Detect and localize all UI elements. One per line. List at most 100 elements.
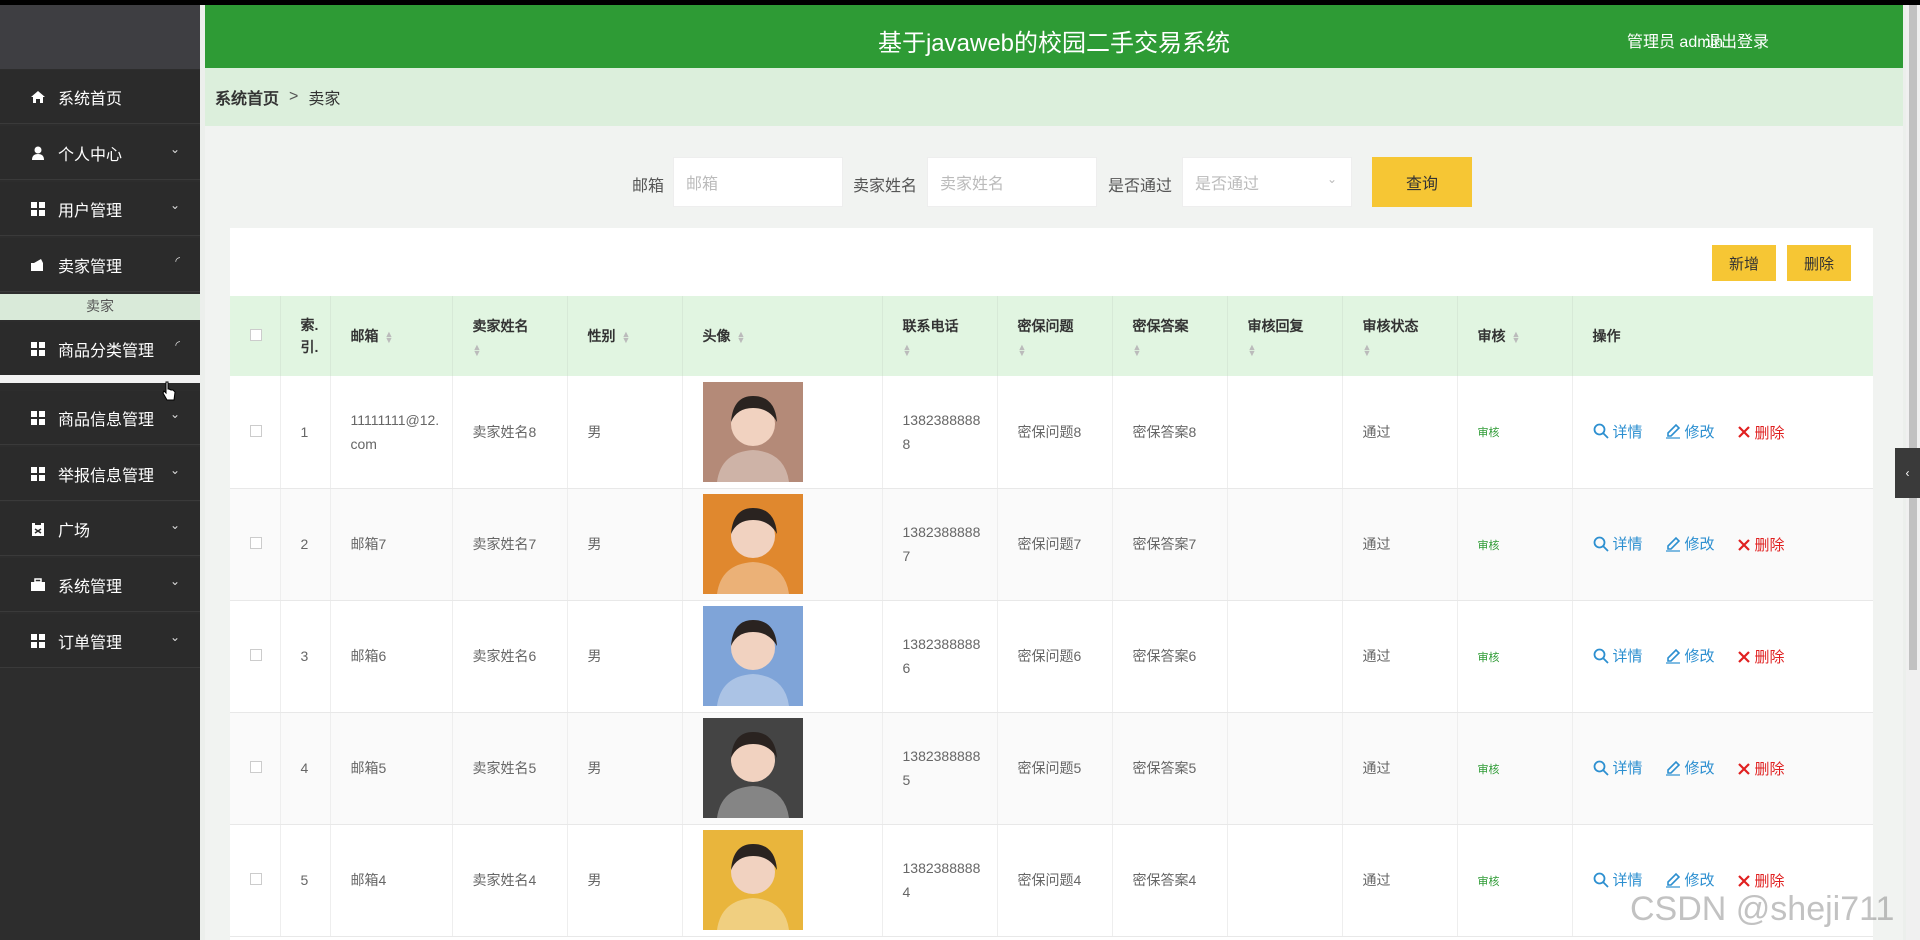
- cell-name: 卖家姓名6: [452, 600, 568, 713]
- sidebar-item-7[interactable]: 广场 ⌄: [0, 502, 200, 556]
- cell-sex: 男: [567, 600, 683, 713]
- cell-audit: 审核: [1457, 712, 1573, 825]
- clipboard-icon: [30, 521, 46, 537]
- sort-icon[interactable]: ▲ ▼: [473, 343, 482, 358]
- audit-link[interactable]: 审核: [1478, 427, 1500, 439]
- sidebar-item-1[interactable]: 个人中心 ⌄: [0, 126, 200, 180]
- detail-button[interactable]: 详情: [1593, 869, 1643, 890]
- col-name-label: 卖家姓名: [472, 318, 529, 334]
- mouse-cursor-icon: [162, 381, 176, 401]
- delete-button[interactable]: 删除: [1737, 758, 1785, 779]
- row-checkbox[interactable]: [250, 761, 262, 773]
- sidebar-item-4[interactable]: 商品分类管理 ◜: [0, 322, 200, 376]
- edit-button[interactable]: 修改: [1665, 533, 1715, 554]
- scrollbar-thumb[interactable]: [1909, 5, 1917, 670]
- seller-name-input[interactable]: 卖家姓名: [927, 157, 1097, 207]
- query-button[interactable]: 查询: [1372, 157, 1472, 207]
- cell-sex: 男: [567, 376, 683, 489]
- cell-phone: 13823888888: [882, 376, 998, 489]
- sidebar-item-0[interactable]: 系统首页: [0, 70, 200, 124]
- chevron-down-icon: ⌄: [169, 142, 180, 156]
- row-checkbox[interactable]: [250, 649, 262, 661]
- delete-button[interactable]: 删除: [1737, 870, 1785, 891]
- cell-status: 通过: [1342, 712, 1458, 825]
- breadcrumb-home[interactable]: 系统首页: [215, 85, 279, 109]
- batch-delete-button[interactable]: 删除: [1787, 245, 1851, 281]
- edit-button[interactable]: 修改: [1665, 757, 1715, 778]
- close-icon: [1737, 650, 1750, 663]
- cell-answer: 密保答案6: [1112, 600, 1228, 713]
- logout-link[interactable]: 退出登录: [1705, 28, 1769, 52]
- col-audit[interactable]: 审核 ▲ ▼: [1457, 296, 1573, 376]
- col-phone-label: 联系电话: [902, 318, 959, 334]
- col-reply[interactable]: 审核回复 ▲ ▼: [1227, 296, 1343, 376]
- sort-icon[interactable]: ▲ ▼: [622, 330, 631, 345]
- pencil-icon: [1665, 424, 1680, 439]
- audit-link[interactable]: 审核: [1478, 764, 1500, 776]
- col-answer[interactable]: 密保答案 ▲ ▼: [1112, 296, 1228, 376]
- delete-button[interactable]: 删除: [1737, 646, 1785, 667]
- sidebar-submenu-seller: 卖家: [0, 294, 200, 320]
- audit-link[interactable]: 审核: [1478, 876, 1500, 888]
- col-phone[interactable]: 联系电话 ▲ ▼: [882, 296, 998, 376]
- email-input[interactable]: 邮箱: [673, 157, 843, 207]
- delete-button[interactable]: 删除: [1737, 534, 1785, 555]
- sort-icon[interactable]: ▲ ▼: [737, 330, 746, 345]
- edit-button[interactable]: 修改: [1665, 421, 1715, 442]
- col-email[interactable]: 邮箱 ▲ ▼: [330, 296, 453, 376]
- col-sex[interactable]: 性别 ▲ ▼: [567, 296, 683, 376]
- email-label: 邮箱: [632, 178, 665, 195]
- avatar-image: [702, 718, 803, 818]
- detail-label: 详情: [1612, 536, 1643, 553]
- pass-select-placeholder: 是否通过: [1195, 176, 1260, 193]
- chevron-left-icon[interactable]: ‹: [1895, 448, 1920, 498]
- search-icon: [1593, 536, 1609, 552]
- edit-button[interactable]: 修改: [1665, 645, 1715, 666]
- pencil-icon: [1665, 872, 1680, 888]
- row-checkbox[interactable]: [250, 873, 262, 885]
- detail-button[interactable]: 详情: [1593, 757, 1643, 778]
- grid-icon: [30, 466, 46, 482]
- cell-reply: [1227, 376, 1343, 489]
- row-checkbox[interactable]: [250, 424, 262, 437]
- sidebar-subitem-seller[interactable]: 卖家: [0, 294, 200, 318]
- sidebar-item-2[interactable]: 用户管理 ⌄: [0, 182, 200, 236]
- detail-button[interactable]: 详情: [1593, 645, 1643, 666]
- detail-button[interactable]: 详情: [1593, 533, 1643, 554]
- delete-button[interactable]: 删除: [1737, 422, 1785, 443]
- sort-icon[interactable]: ▲ ▼: [903, 343, 912, 358]
- sort-icon[interactable]: ▲ ▼: [1133, 343, 1142, 358]
- audit-link[interactable]: 审核: [1478, 540, 1500, 552]
- select-all-checkbox[interactable]: [250, 329, 262, 341]
- sidebar-item-8[interactable]: 系统管理 ⌄: [0, 558, 200, 612]
- pass-select[interactable]: 是否通过 ⌄: [1182, 157, 1352, 207]
- add-button[interactable]: 新增: [1712, 245, 1776, 281]
- delete-label: 删除: [1754, 873, 1785, 890]
- detail-button[interactable]: 详情: [1593, 421, 1643, 442]
- col-avatar[interactable]: 头像 ▲ ▼: [682, 296, 883, 376]
- edit-button[interactable]: 修改: [1665, 869, 1715, 890]
- pencil-icon: [1665, 648, 1680, 664]
- sidebar-item-9[interactable]: 订单管理 ⌄: [0, 614, 200, 668]
- table-row: 5 邮箱4 卖家姓名4 男 13823888884 密保问题4 密保答案4 通过 审核 详情 修改 删…: [230, 824, 1873, 937]
- col-status[interactable]: 审核状态 ▲ ▼: [1342, 296, 1458, 376]
- seller-table: 索. 引. 邮箱 ▲ ▼ 卖家姓名 ▲ ▼ 性别 ▲ ▼ 头像 ▲ ▼ 联系电话 ▲ ▼ 密保问题 ▲…: [230, 296, 1873, 937]
- search-icon: [1593, 648, 1609, 664]
- sidebar-item-3[interactable]: 卖家管理 ◜: [0, 238, 200, 292]
- cell-actions: 详情 修改 删除: [1572, 712, 1873, 825]
- cell-answer: 密保答案8: [1112, 376, 1228, 489]
- row-checkbox[interactable]: [250, 537, 262, 549]
- sort-icon[interactable]: ▲ ▼: [1512, 330, 1521, 345]
- edit-label: 修改: [1684, 423, 1715, 441]
- sort-icon[interactable]: ▲ ▼: [1248, 343, 1257, 358]
- sort-icon[interactable]: ▲ ▼: [1018, 343, 1027, 358]
- breadcrumb-separator: >: [289, 88, 299, 105]
- sidebar-logo-area: [0, 5, 200, 69]
- sidebar-item-6[interactable]: 举报信息管理 ⌄: [0, 447, 200, 501]
- col-question[interactable]: 密保问题 ▲ ▼: [997, 296, 1113, 376]
- sort-icon[interactable]: ▲ ▼: [385, 330, 394, 345]
- col-name[interactable]: 卖家姓名 ▲ ▼: [452, 296, 568, 376]
- audit-link[interactable]: 审核: [1478, 652, 1500, 664]
- sort-icon[interactable]: ▲ ▼: [1363, 343, 1372, 358]
- avatar-image: [702, 494, 803, 594]
